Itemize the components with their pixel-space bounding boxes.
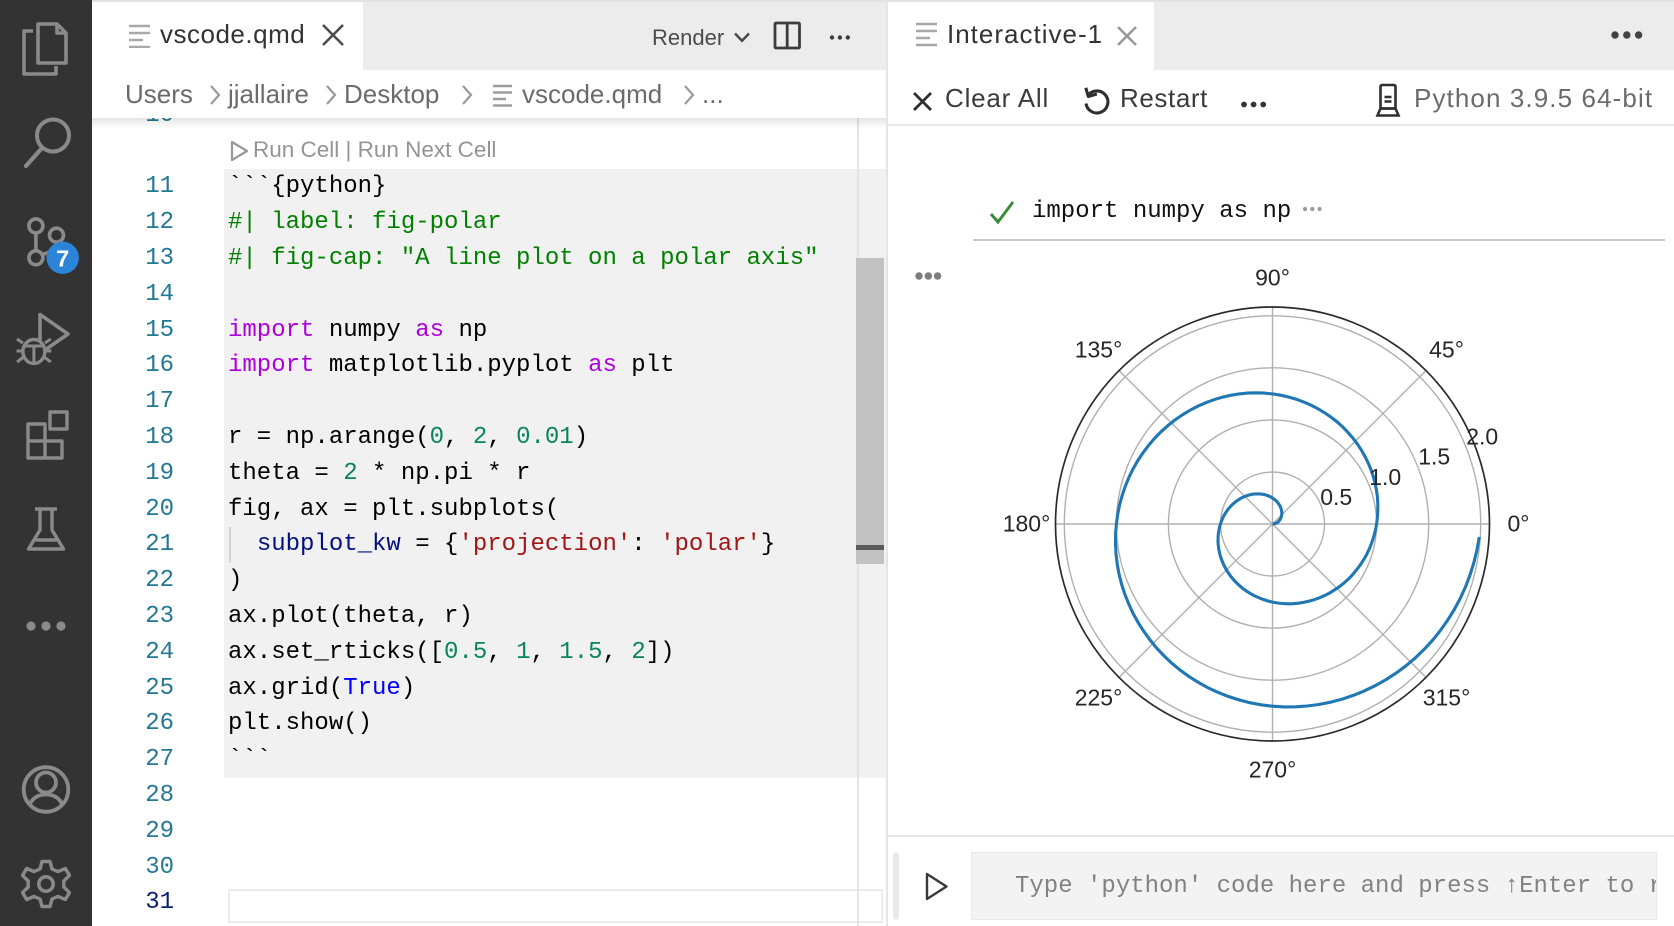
svg-text:270°: 270° xyxy=(1249,757,1297,783)
svg-text:225°: 225° xyxy=(1075,685,1123,711)
svg-text:7: 7 xyxy=(56,246,69,272)
svg-text:45°: 45° xyxy=(1429,337,1464,363)
svg-text:315°: 315° xyxy=(1423,685,1471,711)
svg-text:0.5: 0.5 xyxy=(1320,484,1352,510)
svg-text:1.0: 1.0 xyxy=(1369,464,1401,490)
svg-text:1.5: 1.5 xyxy=(1418,444,1450,470)
svg-text:0°: 0° xyxy=(1508,511,1530,537)
svg-text:180°: 180° xyxy=(1003,511,1051,537)
svg-text:90°: 90° xyxy=(1255,265,1290,291)
svg-text:135°: 135° xyxy=(1075,337,1123,363)
svg-text:2.0: 2.0 xyxy=(1466,424,1498,450)
